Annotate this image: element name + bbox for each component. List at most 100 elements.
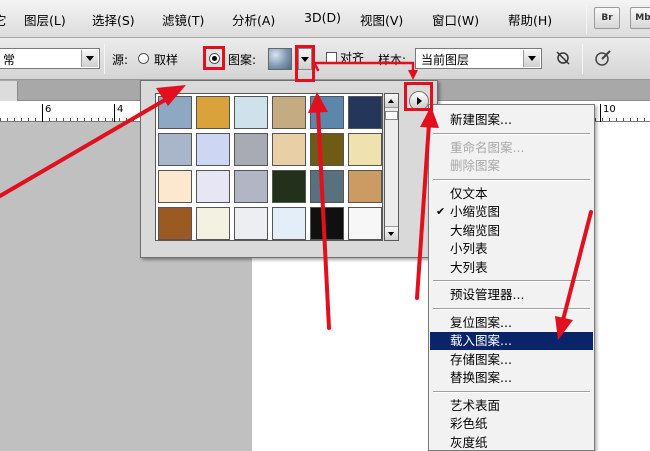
menu-item[interactable]: 存储图案... (430, 351, 593, 369)
menu-item-label: 替换图案... (450, 370, 512, 385)
pattern-swatch-gray-weave[interactable] (234, 133, 268, 166)
menu-item-label: 新建图案... (450, 112, 512, 127)
scroll-up-arrow[interactable] (385, 94, 398, 108)
menu-layer[interactable]: 图层(L) (24, 10, 66, 29)
menu-item-label: 灰度纸 (450, 434, 488, 450)
menu-item[interactable]: 彩色纸 (430, 415, 593, 433)
pattern-swatch-wood[interactable] (158, 207, 192, 240)
pattern-swatch-pale-lilac[interactable] (196, 170, 230, 203)
pattern-swatch-bubbles[interactable] (158, 96, 192, 129)
menu-separator (433, 132, 590, 135)
mini-bridge-button[interactable]: Mb (630, 7, 650, 29)
photoshop-window: 它 图层(L) 选择(S) 滤镜(T) 分析(A) 3D(D) 视图(V) 窗口… (0, 0, 650, 451)
ruler-label: 4 (117, 104, 124, 115)
menu-item[interactable]: 载入图案... (430, 332, 593, 350)
pattern-swatch-dark-green[interactable] (272, 170, 306, 203)
menu-item[interactable]: 复位图案... (430, 314, 593, 332)
pattern-swatch-light-blue[interactable] (234, 96, 268, 129)
pattern-grid (155, 93, 383, 241)
options-separator (104, 44, 105, 74)
pattern-preview-swatch[interactable] (268, 48, 292, 70)
ruler-major-tick (114, 104, 115, 122)
menu-item-label: 大缩览图 (450, 222, 501, 238)
menu-item[interactable]: 大列表 (430, 259, 593, 277)
pressure-icon[interactable] (594, 49, 612, 67)
menu-item[interactable]: 替换图案... (430, 369, 593, 387)
pattern-swatch-white-flecks[interactable] (196, 207, 230, 240)
pattern-swatch-pale-blue[interactable] (272, 207, 306, 240)
scroll-down-arrow[interactable] (385, 226, 398, 240)
pattern-scrollbar[interactable] (384, 93, 399, 241)
pattern-swatch-beige[interactable] (272, 133, 306, 166)
menu-3d[interactable]: 3D(D) (304, 10, 341, 25)
ruler-major-tick (600, 104, 601, 122)
menu-separator (433, 390, 590, 393)
menu-help[interactable]: 帮助(H) (508, 10, 552, 29)
pattern-swatch-slate[interactable] (310, 170, 344, 203)
menu-item[interactable]: 大缩览图 (430, 222, 593, 240)
menu-item-label: 复位图案... (450, 314, 512, 330)
pattern-swatch-straw[interactable] (348, 133, 382, 166)
menu-item[interactable]: ✔ 小缩览图 (430, 203, 593, 221)
pattern-swatch-olive[interactable] (310, 133, 344, 166)
menu-analysis[interactable]: 分析(A) (232, 10, 275, 29)
source-sampled-radio[interactable] (138, 53, 149, 64)
menu-item[interactable]: 预设管理器... (430, 286, 593, 304)
menu-item[interactable]: 新建图案... (430, 111, 593, 129)
ignore-adjustment-icon[interactable] (554, 49, 572, 67)
sample-select[interactable]: 当前图层 (415, 48, 542, 69)
menu-item-label: 大列表 (450, 259, 488, 275)
source-pattern-label: 图案: (228, 53, 257, 67)
menu-item[interactable]: 仅文本 (430, 185, 593, 203)
menu-window[interactable]: 窗口(W) (432, 10, 479, 29)
bridge-button[interactable]: Br (594, 7, 620, 29)
pattern-swatch-tie-dye[interactable] (196, 96, 230, 129)
menu-item: 删除图案 (430, 157, 593, 175)
menu-select[interactable]: 选择(S) (92, 10, 135, 29)
menu-item-label: 小缩览图 (450, 204, 501, 219)
pattern-swatch-black[interactable] (310, 207, 344, 240)
pattern-swatch-sand[interactable] (348, 170, 382, 203)
menu-item-label: 小列表 (450, 241, 488, 256)
scroll-thumb[interactable] (385, 111, 398, 120)
pattern-swatch-lavender[interactable] (196, 133, 230, 166)
chevron-down-icon[interactable] (81, 50, 98, 67)
pattern-swatch-pale-stone[interactable] (234, 207, 268, 240)
sample-label: 样本: (378, 53, 407, 67)
pattern-picker-flyout-menu: 新建图案... 重命名图案... 删除图案 仅文本 ✔ 小缩览图 大缩览图 小列表 大列表 预设管… (428, 104, 595, 451)
pattern-swatch-cream[interactable] (158, 170, 192, 203)
menu-item[interactable]: 小列表 (430, 240, 593, 258)
menu-view[interactable]: 视图(V) (360, 10, 403, 29)
menu-item-label: 存储图案... (450, 351, 512, 367)
menu-item-label: 载入图案... (450, 333, 512, 348)
menu-separator (433, 178, 590, 181)
checkmark-icon: ✔ (436, 205, 446, 218)
aligned-label: 对齐 (340, 51, 365, 65)
pattern-swatch-white[interactable] (348, 207, 382, 240)
menu-filter[interactable]: 滤镜(T) (162, 10, 204, 29)
menu-item-label: 仅文本 (450, 185, 488, 201)
pattern-picker-panel (140, 80, 438, 258)
source-label: 源: (112, 53, 129, 67)
menu-item-label: 删除图案 (450, 158, 501, 173)
pattern-swatch-tan-paper[interactable] (272, 96, 306, 129)
menu-item[interactable]: 灰度纸 (430, 434, 593, 451)
pattern-swatch-navy[interactable] (348, 96, 382, 129)
annotation-box-menu-button (404, 82, 433, 111)
mode-select-value: 常 (3, 53, 16, 67)
mode-select[interactable]: 常 (0, 48, 100, 69)
menu-separator (433, 307, 590, 310)
menubar-separator (586, 4, 587, 34)
menu-edit[interactable]: 它 (0, 10, 7, 29)
annotation-box-pattern-radio (203, 46, 225, 70)
menu-item[interactable]: 艺术表面 (430, 397, 593, 415)
menu-separator (433, 280, 590, 282)
ruler-label: 6 (45, 104, 52, 115)
pattern-swatch-gray-fiber[interactable] (234, 170, 268, 203)
pattern-swatch-blue-water[interactable] (310, 96, 344, 129)
document-tab[interactable] (0, 81, 18, 101)
source-sampled-label: 取样 (154, 53, 179, 67)
pattern-swatch-gray-blue[interactable] (158, 133, 192, 166)
chevron-down-icon[interactable] (523, 50, 540, 67)
aligned-checkbox[interactable] (326, 52, 337, 63)
